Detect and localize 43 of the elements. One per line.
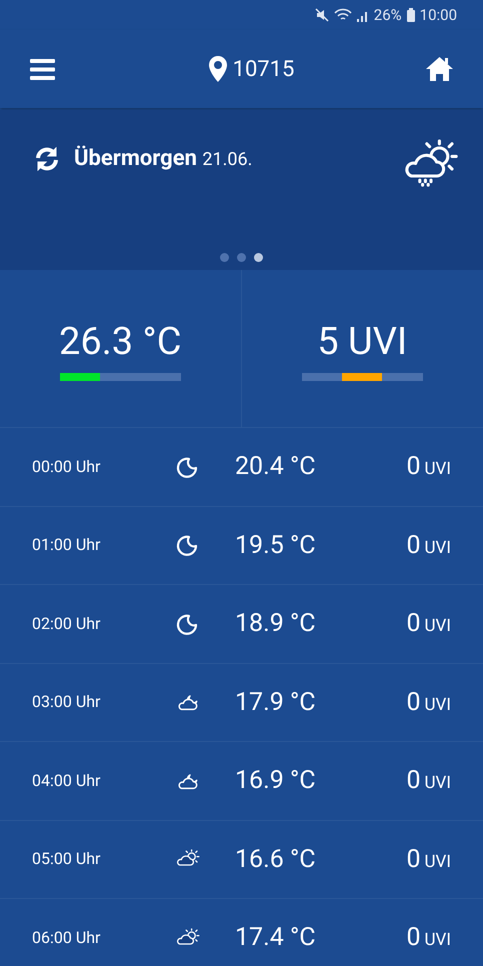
hour-time: 06:00 Uhr bbox=[31, 926, 102, 949]
hour-temperature: 16.9 °C bbox=[235, 765, 317, 797]
hour-temperature: 19.5 °C bbox=[235, 530, 317, 562]
hour-temperature: 18.9 °C bbox=[235, 608, 317, 640]
hour-time: 02:00 Uhr bbox=[31, 612, 102, 635]
menu-icon bbox=[30, 58, 55, 80]
wifi-icon bbox=[334, 8, 352, 22]
forecast-title: Übermorgen 21.06. bbox=[74, 144, 252, 173]
hour-time: 00:00 Uhr bbox=[31, 456, 102, 478]
uv-unit: UVI bbox=[424, 772, 451, 795]
hour-time: 01:00 Uhr bbox=[31, 534, 102, 556]
hour-temperature: 16.6 °C bbox=[235, 844, 317, 876]
hour-temperature: 17.4 °C bbox=[235, 922, 317, 954]
location-code[interactable]: 10715 bbox=[232, 52, 294, 86]
refresh-icon[interactable] bbox=[34, 146, 60, 170]
clock-time: 10:00 bbox=[420, 4, 457, 26]
uv-value: 0 bbox=[406, 922, 421, 954]
location-pin-icon bbox=[208, 56, 227, 82]
mute-icon bbox=[314, 8, 329, 22]
battery-percent: 26% bbox=[374, 4, 402, 26]
uv-unit: UVI bbox=[424, 458, 451, 481]
home-button[interactable] bbox=[426, 57, 453, 81]
uv-value: 0 bbox=[406, 530, 421, 562]
uv-unit: UVI bbox=[424, 850, 451, 874]
menu-button[interactable] bbox=[30, 58, 55, 80]
hour-time: 04:00 Uhr bbox=[31, 770, 102, 792]
summary-value: 26.3 °C bbox=[59, 322, 182, 360]
hour-time: 03:00 Uhr bbox=[31, 691, 102, 714]
uv-unit: UVI bbox=[424, 929, 451, 952]
uv-value: 0 bbox=[406, 686, 421, 718]
uv-unit: UVI bbox=[424, 615, 451, 638]
uv-value: 0 bbox=[406, 765, 421, 797]
summary-value: 5 UVI bbox=[317, 322, 408, 360]
uv-value: 0 bbox=[406, 451, 421, 483]
hour-temperature: 17.9 °C bbox=[235, 686, 317, 718]
uv-unit: UVI bbox=[424, 694, 451, 716]
uv-unit: UVI bbox=[424, 536, 451, 560]
hour-temperature: 20.4 °C bbox=[235, 451, 317, 483]
battery-icon bbox=[406, 8, 415, 22]
home-icon bbox=[426, 57, 453, 81]
uv-value: 0 bbox=[406, 608, 421, 640]
uv-value: 0 bbox=[406, 844, 421, 876]
hour-time: 05:00 Uhr bbox=[31, 848, 102, 870]
